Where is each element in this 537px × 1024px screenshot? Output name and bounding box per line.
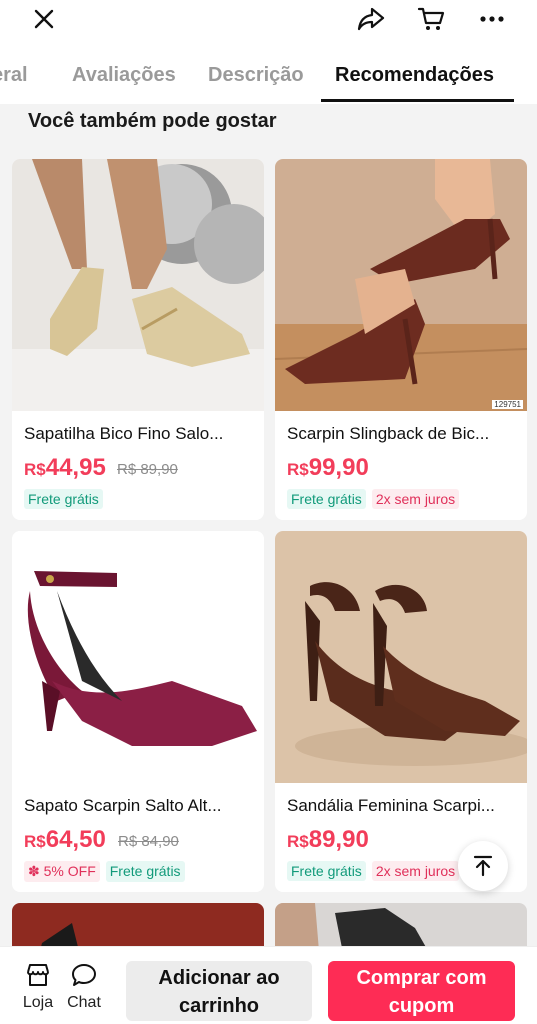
product-badges: Frete grátis 2x sem juros xyxy=(287,861,460,881)
add-to-cart-button[interactable]: Adicionar ao carrinho xyxy=(126,961,312,1021)
recommendations-section: Você também pode gostar Sapatilha Bico F… xyxy=(0,104,537,946)
product-card[interactable]: Sandália Feminina Scarpi... R$89,90 Fret… xyxy=(275,531,527,892)
free-shipping-badge: Frete grátis xyxy=(287,489,366,509)
bottom-action-bar: Loja Chat Adicionar ao carrinho Comprar … xyxy=(0,946,537,1024)
product-price: R$64,50 xyxy=(24,826,106,853)
product-image xyxy=(12,903,264,946)
store-icon xyxy=(27,964,49,986)
product-old-price: R$ 84,90 xyxy=(118,833,179,850)
product-name: Sapato Scarpin Salto Alt... xyxy=(24,796,222,815)
product-image: 129751 xyxy=(275,159,527,411)
store-label: Loja xyxy=(22,994,54,1011)
more-icon[interactable] xyxy=(475,2,509,36)
product-image xyxy=(12,531,264,783)
free-shipping-badge: Frete grátis xyxy=(24,489,103,509)
buy-with-coupon-button[interactable]: Comprar com cupom xyxy=(328,961,515,1021)
product-card[interactable]: Sapato Scarpin Salto Alt... R$64,50 R$ 8… xyxy=(12,531,264,892)
discount-badge: ✽ 5% OFF xyxy=(24,861,100,882)
product-card[interactable] xyxy=(12,903,264,946)
store-button[interactable]: Loja xyxy=(18,963,58,1012)
product-name: Scarpin Slingback de Bic... xyxy=(287,424,490,443)
close-icon[interactable] xyxy=(27,2,61,36)
product-card[interactable] xyxy=(275,903,527,946)
back-to-top-button[interactable] xyxy=(458,841,508,891)
product-name: Sandália Feminina Scarpi... xyxy=(287,796,495,815)
share-icon[interactable] xyxy=(354,2,388,36)
active-tab-indicator xyxy=(321,99,514,102)
product-image xyxy=(275,531,527,783)
chat-button[interactable]: Chat xyxy=(64,963,104,1012)
product-badges: Frete grátis xyxy=(24,489,103,509)
tab-recomendacoes[interactable]: Recomendações xyxy=(335,64,494,87)
installments-badge: 2x sem juros xyxy=(371,489,460,509)
product-card[interactable]: 129751 Scarpin Slingback de Bic... R$99,… xyxy=(275,159,527,520)
chat-label: Chat xyxy=(67,994,101,1011)
product-price: R$44,95 xyxy=(24,454,106,481)
product-old-price: R$ 89,90 xyxy=(117,461,178,478)
top-bar xyxy=(0,0,537,38)
cart-icon[interactable] xyxy=(414,2,448,36)
tab-geral[interactable]: eral xyxy=(0,64,28,87)
section-title: Você também pode gostar xyxy=(28,110,277,132)
arrow-up-icon xyxy=(473,855,493,877)
image-code-label: 129751 xyxy=(492,400,523,409)
product-image xyxy=(12,159,264,411)
tab-descricao[interactable]: Descrição xyxy=(208,64,304,87)
product-price: R$99,90 xyxy=(287,454,369,481)
product-name: Sapatilha Bico Fino Salo... xyxy=(24,424,224,443)
discount-icon: ✽ xyxy=(28,863,44,879)
free-shipping-badge: Frete grátis xyxy=(287,861,366,881)
tab-bar: eral Avaliações Descrição Recomendações xyxy=(0,52,537,104)
product-price: R$89,90 xyxy=(287,826,369,853)
product-image xyxy=(275,903,527,946)
product-card[interactable]: Sapatilha Bico Fino Salo... R$44,95 R$ 8… xyxy=(12,159,264,520)
installments-badge: 2x sem juros xyxy=(371,861,460,881)
product-badges: Frete grátis 2x sem juros xyxy=(287,489,460,509)
chat-icon xyxy=(72,964,96,986)
tab-avaliacoes[interactable]: Avaliações xyxy=(72,64,176,87)
free-shipping-badge: Frete grátis xyxy=(105,861,185,882)
product-badges: ✽ 5% OFF Frete grátis xyxy=(24,861,185,882)
